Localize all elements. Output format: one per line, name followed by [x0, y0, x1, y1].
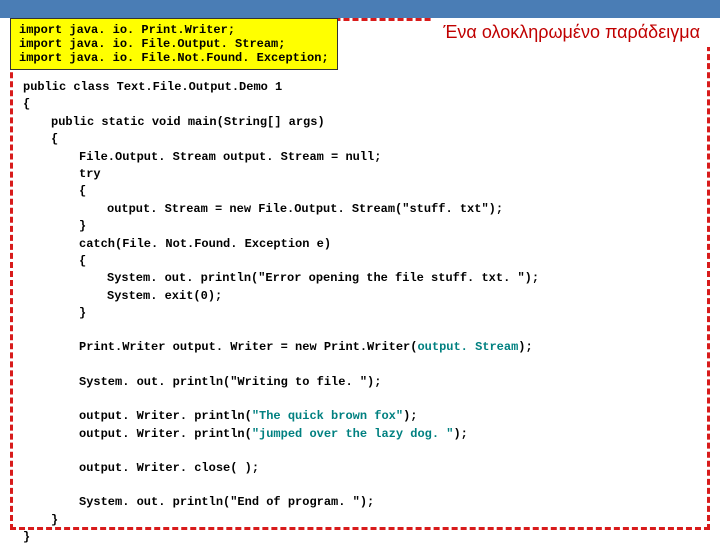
code-line: output. Writer. println("jumped over the… — [79, 426, 697, 443]
blank-line — [23, 477, 697, 494]
code-line: { — [51, 131, 697, 148]
blank-line — [23, 391, 697, 408]
code-line: output. Writer. println("The quick brown… — [79, 408, 697, 425]
highlight-text: "jumped over the lazy dog. " — [252, 427, 454, 441]
code-text: ); — [453, 427, 467, 441]
blank-line — [23, 357, 697, 374]
code-text: Print.Writer output. Writer = new Print.… — [79, 340, 417, 354]
highlight-text: "The quick brown fox" — [252, 409, 403, 423]
code-line: } — [79, 305, 697, 322]
code-panel: Ένα ολοκληρωμένο παράδειγμα import java.… — [10, 18, 710, 530]
code-line: { — [79, 183, 697, 200]
code-line: public static void main(String[] args) — [51, 114, 697, 131]
code-line: System. exit(0); — [107, 288, 697, 305]
code-line: try — [79, 166, 697, 183]
import-line: import java. io. File.Not.Found. Excepti… — [19, 51, 329, 65]
code-text: ); — [518, 340, 532, 354]
header-bar — [0, 0, 720, 18]
code-line: System. out. println("Error opening the … — [107, 270, 697, 287]
code-text: ); — [403, 409, 417, 423]
import-line: import java. io. File.Output. Stream; — [19, 37, 329, 51]
import-line: import java. io. Print.Writer; — [19, 23, 329, 37]
blank-line — [23, 443, 697, 460]
code-text: output. Writer. println( — [79, 409, 252, 423]
code-line: output. Stream = new File.Output. Stream… — [107, 201, 697, 218]
blank-line — [23, 322, 697, 339]
code-line: } — [79, 218, 697, 235]
code-line: public class Text.File.Output.Demo 1 — [23, 79, 697, 96]
code-line: Print.Writer output. Writer = new Print.… — [79, 339, 697, 356]
code-line: { — [23, 96, 697, 113]
code-line: { — [79, 253, 697, 270]
code-line: catch(File. Not.Found. Exception e) — [79, 236, 697, 253]
code-line: } — [23, 529, 697, 546]
example-title: Ένα ολοκληρωμένο παράδειγμα — [433, 18, 710, 47]
code-line: output. Writer. close( ); — [79, 460, 697, 477]
code-line: } — [51, 512, 697, 529]
code-text: output. Writer. println( — [79, 427, 252, 441]
imports-box: import java. io. Print.Writer; import ja… — [10, 18, 338, 70]
code-line: File.Output. Stream output. Stream = nul… — [79, 149, 697, 166]
highlight-text: output. Stream — [417, 340, 518, 354]
code-line: System. out. println("Writing to file. "… — [79, 374, 697, 391]
code-line: System. out. println("End of program. ")… — [79, 494, 697, 511]
code-body: public class Text.File.Output.Demo 1 { p… — [23, 79, 697, 547]
